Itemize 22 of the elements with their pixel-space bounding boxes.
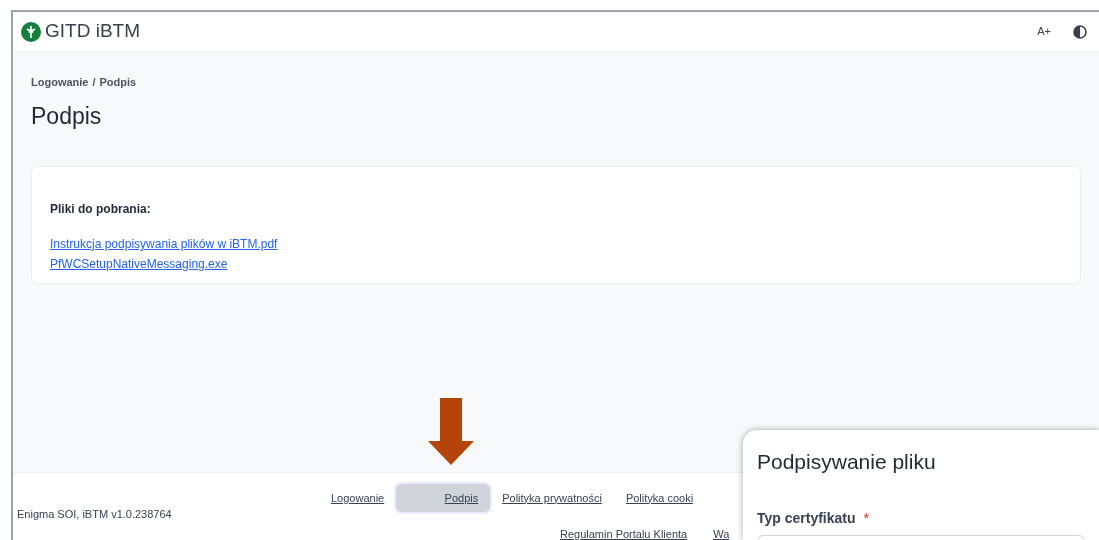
footer-link[interactable]: Podpis [396,484,491,512]
version-text: Enigma SOI, iBTM v1.0.238764 [17,507,172,522]
footer-link[interactable]: Logowanie [319,484,397,512]
page-title: Podpis [31,101,103,131]
down-arrow [428,398,474,465]
logo-icon [21,21,41,42]
breadcrumb-link[interactable]: Logowanie [31,74,89,91]
file-link[interactable]: Instrukcja podpisywania plików w iBTM.pdf [50,234,278,254]
downloads-heading: Pliki do pobrania: [50,201,152,218]
footer-link[interactable]: Polityka prywatności [490,484,614,512]
breadcrumb-current: Podpis [99,75,137,90]
contrast-icon[interactable] [1073,24,1087,39]
field-label: Typ certyfikatu [757,508,856,528]
dialog-title: Podpisywanie pliku [757,449,937,475]
footer-link[interactable]: Regulamin Portalu Klienta [560,520,688,540]
footer-link[interactable]: Polityka cooki [613,484,706,512]
app-name: GITD iBTM [45,19,140,44]
footer-link[interactable]: Wa [713,520,730,540]
file-link[interactable]: PfWCSetupNativeMessaging.exe [50,254,228,274]
required-mark: * [863,508,869,528]
breadcrumb-separator: / [92,75,96,90]
font-size-button[interactable]: A+ [1037,23,1051,40]
